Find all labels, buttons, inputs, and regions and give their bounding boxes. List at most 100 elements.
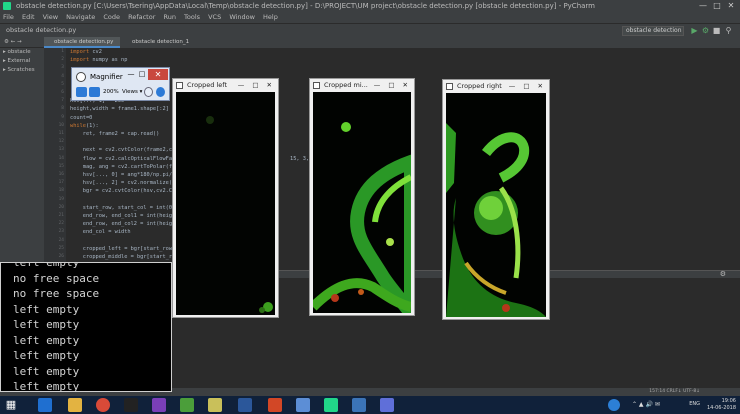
menu-help[interactable]: Help (263, 13, 278, 21)
run-configuration-select[interactable]: obstacle detection (622, 26, 684, 36)
line-number: 18 (58, 188, 64, 194)
python-icon[interactable] (352, 398, 366, 412)
line-number: 19 (58, 196, 64, 202)
caret-position-status[interactable]: 157:14 CRLF↓ UTF-8↓ (649, 388, 700, 396)
app-icon-3[interactable] (380, 398, 394, 412)
powerpoint-icon[interactable] (268, 398, 282, 412)
code-line[interactable]: bgr = cv2.cvtColor(hsv,cv2.CO (70, 188, 176, 194)
window-icon (446, 83, 453, 90)
menu-navigate[interactable]: Navigate (66, 13, 95, 21)
pycharm-taskbar-icon[interactable] (324, 398, 338, 412)
code-line[interactable]: mag, ang = cv2.cartToPolar(fl (70, 164, 176, 170)
debug-icon[interactable]: ⚙ (701, 26, 710, 35)
tray-icons[interactable]: ⌃ ▲ 🔊 ✉ (632, 400, 692, 410)
line-number: 17 (58, 180, 64, 186)
cropped-middle-image (313, 92, 411, 313)
code-line[interactable]: height,width = frame1.shape[:2] (70, 106, 169, 112)
cropped-right-window[interactable]: Cropped right — □ ✕ (442, 79, 550, 320)
search-icon[interactable]: ⚲ (724, 26, 733, 35)
word-icon[interactable] (238, 398, 252, 412)
magnifier-close-button[interactable]: ✕ (148, 69, 168, 80)
zoom-in-icon[interactable] (89, 87, 100, 97)
code-line[interactable]: end_row, end_col2 = int(heig (70, 221, 172, 227)
tree-item-project[interactable]: ▸ obstacle (0, 48, 44, 57)
code-line[interactable]: end_row, end_col1 = int(heig (70, 213, 172, 219)
settings-gear-icon[interactable]: ⚙ (720, 270, 726, 278)
code-line[interactable]: ret, frame2 = cap.read() (70, 131, 160, 137)
menu-file[interactable]: File (3, 13, 14, 21)
cropped-left-image (176, 92, 275, 315)
window-controls[interactable]: — □ ✕ (374, 80, 411, 91)
code-line[interactable]: hsv[..., 0] = ang*180/np.pi/ (70, 172, 172, 178)
chrome-icon[interactable] (96, 398, 110, 412)
menu-view[interactable]: View (43, 13, 58, 21)
task-view-icon[interactable] (38, 398, 52, 412)
line-number: 5 (61, 81, 64, 87)
window-title: Cropped right (457, 82, 502, 90)
minimize-button[interactable]: — (696, 0, 710, 12)
maximize-button[interactable]: □ (710, 0, 724, 12)
app-icon-2[interactable] (296, 398, 310, 412)
code-line[interactable]: cropped_left = bgr[start_row (70, 246, 172, 252)
editor-tabs: obstacle detection.py obstacle detection… (44, 37, 740, 48)
tree-item-external-libraries[interactable]: ▸ External (0, 57, 44, 66)
window-controls[interactable]: — □ ✕ (509, 81, 546, 92)
run-icon[interactable]: ▶ (690, 26, 699, 35)
menu-vcs[interactable]: VCS (208, 13, 221, 21)
cropped-left-window[interactable]: Cropped left — □ ✕ (172, 78, 279, 318)
ide-titlebar: obstacle detection.py [C:\Users\Tsering\… (0, 0, 740, 12)
line-number: 6 (61, 90, 64, 95)
console-line: left empty (13, 349, 80, 362)
system-clock[interactable]: ENG 19:06 14-06-2018 (689, 398, 736, 412)
close-button[interactable]: ✕ (724, 0, 738, 12)
windows-start-icon[interactable]: ▦ (4, 398, 18, 412)
code-line[interactable]: while(1): (70, 123, 99, 129)
menu-window[interactable]: Window (229, 13, 255, 21)
tab-obstacle-detection-1[interactable]: obstacle detection_1 (122, 37, 190, 48)
window-controls[interactable]: — □ ✕ (238, 80, 275, 91)
tree-item-scratches[interactable]: ▸ Scratches (0, 66, 44, 75)
code-line[interactable]: cropped_middle = bgr[start_r (70, 254, 172, 260)
visual-studio-icon[interactable] (152, 398, 166, 412)
clock-date: 14-06-2018 (706, 405, 736, 411)
file-explorer-icon[interactable] (68, 398, 82, 412)
tab-obstacle-detection[interactable]: obstacle detection.py (44, 37, 120, 48)
line-number: 21 (58, 213, 64, 218)
views-dropdown[interactable]: Views ▾ (122, 86, 142, 98)
flow-visualization (446, 93, 546, 317)
menu-code[interactable]: Code (103, 13, 120, 21)
menu-run[interactable]: Run (163, 13, 175, 21)
magnifier-maximize-button[interactable]: □ (137, 70, 147, 79)
code-line[interactable]: hsv[..., 2] = cv2.normalize(m (70, 180, 176, 186)
code-line[interactable]: import numpy as np (70, 57, 127, 63)
menu-edit[interactable]: Edit (22, 13, 35, 21)
stop-icon[interactable]: ■ (712, 26, 721, 35)
code-line[interactable]: next = cv2.cvtColor(frame2,c (70, 147, 172, 153)
magnifier-toolbar: 200% Views ▾ (76, 86, 168, 98)
input-language[interactable]: ENG (689, 401, 700, 408)
settings-icon[interactable] (144, 87, 153, 97)
code-line[interactable]: import cv2 (70, 49, 102, 55)
menu-tools[interactable]: Tools (184, 13, 200, 21)
console-output-window[interactable]: left empty no free space no free space left… (0, 262, 172, 392)
menu-refactor[interactable]: Refactor (128, 13, 155, 21)
code-line[interactable]: count=0 (70, 115, 92, 121)
app-icon[interactable] (180, 398, 194, 412)
line-number: 26 (58, 254, 64, 259)
magnifier-window[interactable]: Magnifier — □ ✕ 200% Views ▾ (71, 67, 170, 101)
cropped-middle-window[interactable]: Cropped mi... — □ ✕ (309, 78, 415, 316)
notes-icon[interactable] (208, 398, 222, 412)
line-number: 1 (61, 49, 64, 54)
code-line[interactable]: start_row, start_col = int(0) (70, 205, 176, 211)
magnifier-minimize-button[interactable]: — (126, 70, 136, 79)
magnifier-app-icon (76, 72, 86, 82)
cmd-icon[interactable] (124, 398, 138, 412)
zoom-out-icon[interactable] (76, 87, 87, 97)
code-line[interactable]: end_col = width (70, 229, 131, 235)
breadcrumb[interactable]: obstacle detection.py (6, 24, 76, 37)
help-icon[interactable] (156, 87, 165, 97)
help-icon[interactable] (608, 399, 620, 411)
project-panel-header[interactable]: ⚙ ← → (0, 37, 44, 48)
line-number: 23 (58, 229, 64, 235)
line-number: 9 (61, 114, 64, 120)
